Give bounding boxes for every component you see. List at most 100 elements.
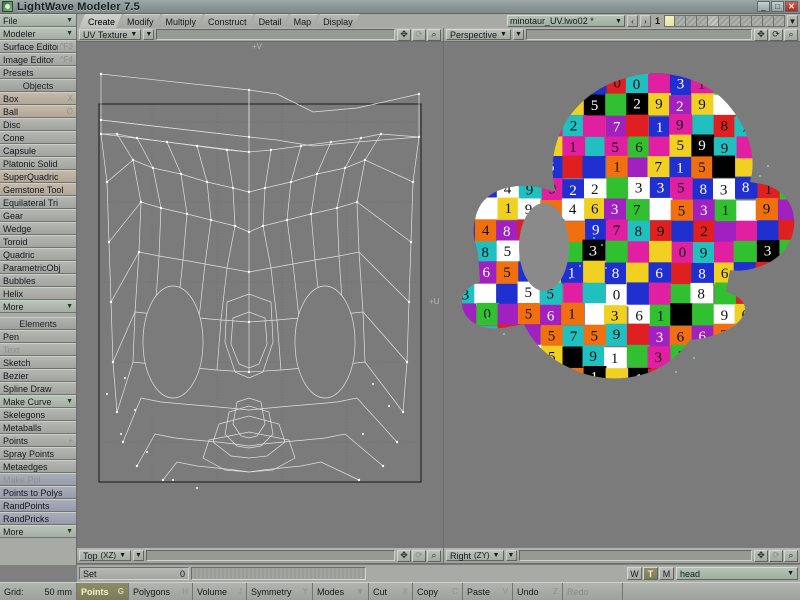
sidebar-item-bubbles[interactable]: Bubbles — [0, 274, 76, 287]
status-button-volume[interactable]: Volume J — [193, 583, 247, 600]
sidebar-item-modeler[interactable]: Modeler ▼ — [0, 27, 76, 40]
layer-button-11[interactable] — [774, 15, 785, 27]
layer-dropdown-button[interactable]: ▼ — [787, 15, 798, 27]
sidebar-item-capsule[interactable]: Capsule — [0, 144, 76, 157]
next-layer-button[interactable]: › — [639, 15, 651, 27]
zoom-tool-icon[interactable]: ⌕ — [427, 28, 441, 41]
sidebar-item-box[interactable]: Box X — [0, 92, 76, 105]
sidebar-item-presets[interactable]: Presets — [0, 66, 76, 79]
sidebar-item-randpoints[interactable]: RandPoints — [0, 499, 76, 512]
sidebar-item-more[interactable]: More ▼ — [0, 300, 76, 313]
pan-tool-icon[interactable]: ✥ — [397, 549, 411, 562]
sidebar-item-spline-draw[interactable]: Spline Draw — [0, 382, 76, 395]
perspective-viewport-selector[interactable]: Perspective ▼ — [446, 29, 511, 40]
texture-mode-button[interactable]: T — [643, 567, 658, 580]
set-slider[interactable] — [191, 567, 366, 580]
sidebar-item-superquadric[interactable]: SuperQuadric — [0, 170, 76, 183]
uv-texture-viewport[interactable]: UV Texture ▼ ▼ ✥ ⟳ ⌕ +V +U — [77, 28, 443, 548]
sidebar-item-platonic-solid[interactable]: Platonic Solid — [0, 157, 76, 170]
sidebar-item-more[interactable]: More ▼ — [0, 525, 76, 538]
sidebar-item-make-curve[interactable]: Make Curve ▼ — [0, 395, 76, 408]
set-value-field[interactable]: Set 0 — [79, 567, 189, 580]
tab-detail[interactable]: Detail — [250, 14, 289, 28]
surface-selector[interactable]: head ▼ — [676, 567, 798, 580]
sidebar-item-sketch[interactable]: Sketch — [0, 356, 76, 369]
top-viewport-slider[interactable] — [146, 550, 395, 561]
pan-tool-icon[interactable]: ✥ — [397, 28, 411, 41]
sidebar-item-quadric[interactable]: Quadric — [0, 248, 76, 261]
layer-button-3[interactable] — [686, 15, 697, 27]
status-button-copy[interactable]: Copy C — [413, 583, 463, 600]
uv-viewport-selector[interactable]: UV Texture ▼ — [79, 29, 142, 40]
status-button-points[interactable]: Points G — [77, 583, 129, 600]
layer-button-10[interactable] — [763, 15, 774, 27]
right-viewport-selector[interactable]: Right (ZY) ▼ — [446, 550, 504, 561]
tab-create[interactable]: Create — [79, 14, 122, 28]
rotate-tool-icon[interactable]: ⟳ — [412, 549, 426, 562]
zoom-tool-icon[interactable]: ⌕ — [784, 28, 798, 41]
sidebar-item-helix[interactable]: Helix — [0, 287, 76, 300]
sidebar-item-points[interactable]: Points + — [0, 434, 76, 447]
uv-viewport-canvas[interactable]: +V +U — [77, 42, 443, 548]
sidebar-item-equilateral-tri[interactable]: Equilateral Tri — [0, 196, 76, 209]
top-viewport-selector[interactable]: Top (XZ) ▼ — [79, 550, 131, 561]
zoom-tool-icon[interactable]: ⌕ — [784, 549, 798, 562]
top-viewport[interactable]: Top (XZ) ▼ ▼ ✥ ⟳ ⌕ — [77, 548, 443, 565]
sidebar-item-skelegons[interactable]: Skelegons — [0, 408, 76, 421]
status-button-paste[interactable]: Paste V — [463, 583, 513, 600]
layer-button-1[interactable] — [664, 15, 675, 27]
sidebar-item-disc[interactable]: Disc — [0, 118, 76, 131]
tab-map[interactable]: Map — [285, 14, 319, 28]
rotate-tool-icon[interactable]: ⟳ — [769, 549, 783, 562]
layer-button-2[interactable] — [675, 15, 686, 27]
layer-button-5[interactable] — [708, 15, 719, 27]
sidebar-item-randpricks[interactable]: RandPricks — [0, 512, 76, 525]
sidebar-item-bezier[interactable]: Bezier — [0, 369, 76, 382]
rotate-tool-icon[interactable]: ⟳ — [412, 28, 426, 41]
status-button-cut[interactable]: Cut X — [369, 583, 413, 600]
uv-viewport-menu-button[interactable]: ▼ — [143, 29, 155, 40]
perspective-viewport-menu-button[interactable]: ▼ — [512, 29, 524, 40]
pan-tool-icon[interactable]: ✥ — [754, 28, 768, 41]
tab-construct[interactable]: Construct — [199, 14, 254, 28]
status-button-modes[interactable]: Modes ▼ — [313, 583, 369, 600]
status-button-polygons[interactable]: Polygons H — [129, 583, 193, 600]
right-viewport-menu-button[interactable]: ▼ — [505, 550, 517, 561]
layer-button-7[interactable] — [730, 15, 741, 27]
sidebar-item-metaballs[interactable]: Metaballs — [0, 421, 76, 434]
sidebar-item-pen[interactable]: Pen — [0, 330, 76, 343]
tab-modify[interactable]: Modify — [118, 14, 161, 28]
tab-display[interactable]: Display — [314, 14, 360, 28]
sidebar-item-spray-points[interactable]: Spray Points — [0, 447, 76, 460]
status-button-symmetry[interactable]: Symmetry Y — [247, 583, 313, 600]
perspective-viewport[interactable]: Perspective ▼ ▼ ✥ ⟳ ⌕ 0 0 3 1 5 2 9 2 9 … — [444, 28, 800, 548]
pan-tool-icon[interactable]: ✥ — [754, 549, 768, 562]
uv-viewport-slider[interactable] — [156, 29, 395, 40]
sidebar-item-gear[interactable]: Gear — [0, 209, 76, 222]
perspective-viewport-slider[interactable] — [525, 29, 752, 40]
sidebar-item-file[interactable]: File ▼ — [0, 14, 76, 27]
minimize-button[interactable]: _ — [757, 1, 770, 12]
sidebar-item-surface-editor[interactable]: Surface Editor ^F3 — [0, 40, 76, 53]
layer-button-6[interactable] — [719, 15, 730, 27]
right-viewport-slider[interactable] — [518, 550, 752, 561]
status-button-undo[interactable]: Undo Z — [513, 583, 563, 600]
sidebar-item-gemstone-tool[interactable]: Gemstone Tool — [0, 183, 76, 196]
sidebar-item-image-editor[interactable]: Image Editor ^F4 — [0, 53, 76, 66]
right-viewport[interactable]: Right (ZY) ▼ ▼ ✥ ⟳ ⌕ — [444, 548, 800, 565]
layer-button-4[interactable] — [697, 15, 708, 27]
object-selector[interactable]: minotaur_UV.lwo02 * ▼ — [506, 15, 625, 27]
morph-mode-button[interactable]: M — [659, 567, 674, 580]
sidebar-item-parametricobj[interactable]: ParametricObj — [0, 261, 76, 274]
sidebar-item-points-to-polys[interactable]: Points to Polys — [0, 486, 76, 499]
tab-multiply[interactable]: Multiply — [157, 14, 204, 28]
rotate-tool-icon[interactable]: ⟳ — [769, 28, 783, 41]
sidebar-item-metaedges[interactable]: Metaedges — [0, 460, 76, 473]
prev-layer-button[interactable]: ‹ — [626, 15, 638, 27]
layer-button-8[interactable] — [741, 15, 752, 27]
close-button[interactable]: ✕ — [785, 1, 798, 12]
sidebar-item-toroid[interactable]: Toroid — [0, 235, 76, 248]
layer-button-9[interactable] — [752, 15, 763, 27]
top-viewport-menu-button[interactable]: ▼ — [133, 550, 144, 561]
weight-mode-button[interactable]: W — [627, 567, 642, 580]
